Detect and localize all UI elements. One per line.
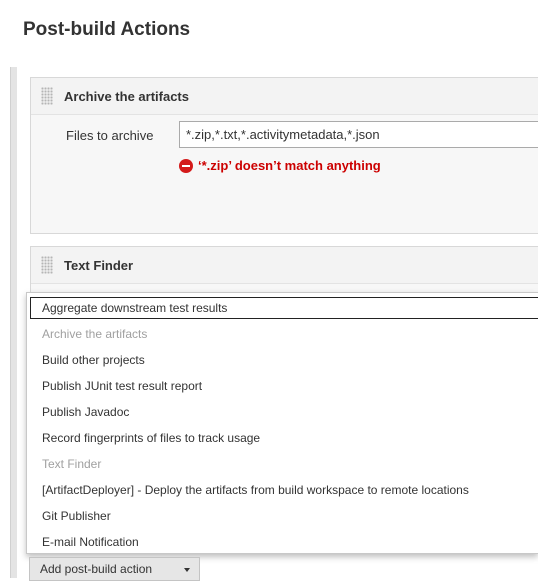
block-title: Text Finder [64,258,134,273]
menu-item-publish-javadoc[interactable]: Publish Javadoc [30,401,538,423]
left-rail [10,67,17,578]
add-button-label: Add post-build action [40,562,153,576]
section-title: Post-build Actions [23,19,191,40]
archive-artifacts-block: Archive the artifacts Files to archive ‘… [30,77,538,234]
block-header: Text Finder [31,247,538,284]
menu-item-archive-artifacts: Archive the artifacts [42,327,148,341]
caret-down-icon [184,568,190,572]
files-to-archive-label: Files to archive [66,128,154,143]
menu-item-email-notification[interactable]: E-mail Notification [30,531,538,553]
drag-handle-icon[interactable] [41,87,53,105]
menu-item-aggregate-downstream[interactable]: Aggregate downstream test results [30,297,538,319]
block-header: Archive the artifacts [31,78,538,115]
menu-item-text-finder: Text Finder [42,457,102,471]
post-build-action-menu: Aggregate downstream test results Archiv… [26,292,538,554]
menu-item-publish-junit[interactable]: Publish JUnit test result report [30,375,538,397]
menu-item-artifact-deployer[interactable]: [ArtifactDeployer] - Deploy the artifact… [30,479,538,501]
validation-error-text: ‘*.zip’ doesn’t match anything [198,158,381,173]
menu-item-git-publisher[interactable]: Git Publisher [30,505,538,527]
files-to-archive-input[interactable] [179,121,538,148]
menu-item-build-other-projects[interactable]: Build other projects [30,349,538,371]
block-title: Archive the artifacts [64,89,189,104]
no-entry-icon [179,159,193,173]
text-finder-block: Text Finder [30,246,538,296]
add-post-build-action-button[interactable]: Add post-build action [29,557,200,581]
menu-item-record-fingerprints[interactable]: Record fingerprints of files to track us… [30,427,538,449]
drag-handle-icon[interactable] [41,256,53,274]
